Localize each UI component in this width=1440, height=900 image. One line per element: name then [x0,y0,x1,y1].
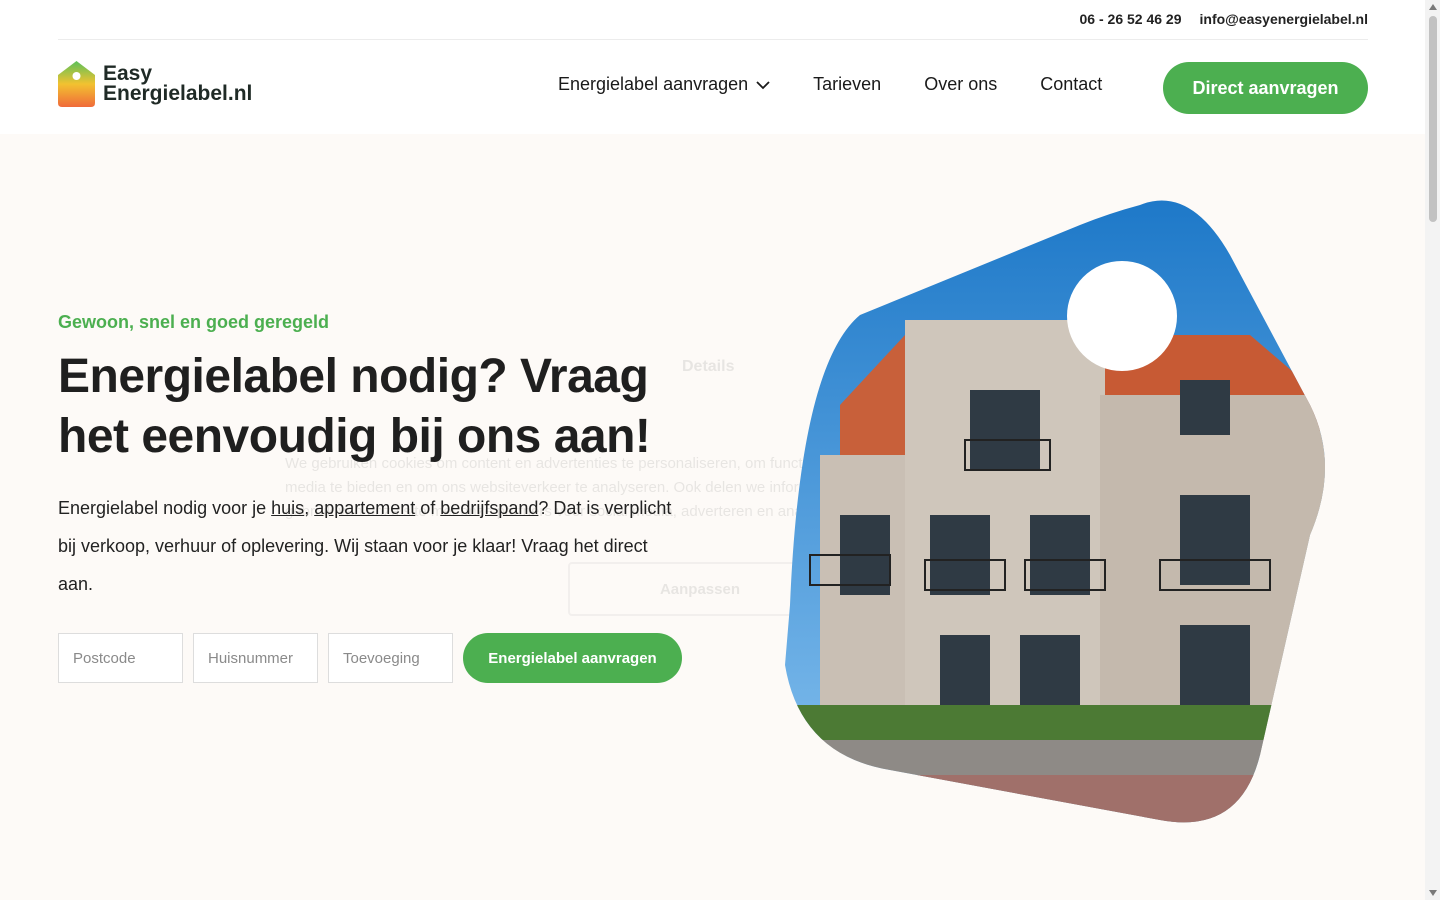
huisnummer-input[interactable] [193,633,318,683]
logo-line2: Energielabel.nl [103,82,253,105]
scroll-up-arrow-icon[interactable] [1429,4,1437,10]
hero-tagline: Gewoon, snel en goed geregeld [58,312,330,332]
site-header: 06 - 26 52 46 29 info@easyenergielabel.n… [0,0,1440,134]
logo-line1: Easy [103,62,153,85]
logo-wordmark: Easy Energielabel.nl [103,62,253,105]
link-appartement[interactable]: appartement [314,498,415,518]
chevron-down-icon [756,74,770,95]
header-divider [58,39,1368,40]
toevoeging-input[interactable] [328,633,453,683]
intro-sep-1: , [304,498,315,518]
intro-text-1: Energielabel nodig voor je [58,498,272,518]
nav-label: Energielabel aanvragen [558,74,749,94]
scroll-thumb[interactable] [1429,16,1437,222]
email-link[interactable]: info@easyenergielabel.nl [1200,11,1369,27]
link-huis[interactable]: huis [271,498,304,518]
address-form: Energielabel aanvragen [58,633,682,683]
hero-content: Gewoon, snel en goed geregeld Energielab… [58,312,698,603]
contact-line: 06 - 26 52 46 29 info@easyenergielabel.n… [1080,11,1368,27]
intro-sep-2: of [415,498,441,518]
hero-headline: Energielabel nodig? Vraag het eenvoudig … [58,350,651,463]
link-bedrijfspand[interactable]: bedrijfspand [440,498,538,518]
nav-energielabel-aanvragen[interactable]: Energielabel aanvragen [558,74,770,95]
logo-tag-icon [58,61,95,107]
hero-house-image [780,195,1330,825]
site-logo[interactable]: Easy Energielabel.nl [58,61,252,107]
nav-tarieven[interactable]: Tarieven [813,74,881,95]
scroll-down-arrow-icon[interactable] [1429,890,1437,896]
nav-over-ons[interactable]: Over ons [924,74,997,95]
hero-intro: Energielabel nodig voor je huis, apparte… [58,489,678,603]
direct-aanvragen-button[interactable]: Direct aanvragen [1163,62,1368,114]
postcode-input[interactable] [58,633,183,683]
main-nav: Energielabel aanvragen Tarieven Over ons… [558,74,1102,95]
energielabel-aanvragen-button[interactable]: Energielabel aanvragen [463,633,682,683]
page-scrollbar[interactable] [1425,0,1440,900]
overlay-circle [1067,261,1177,371]
phone-link[interactable]: 06 - 26 52 46 29 [1080,11,1182,27]
nav-contact[interactable]: Contact [1040,74,1102,95]
